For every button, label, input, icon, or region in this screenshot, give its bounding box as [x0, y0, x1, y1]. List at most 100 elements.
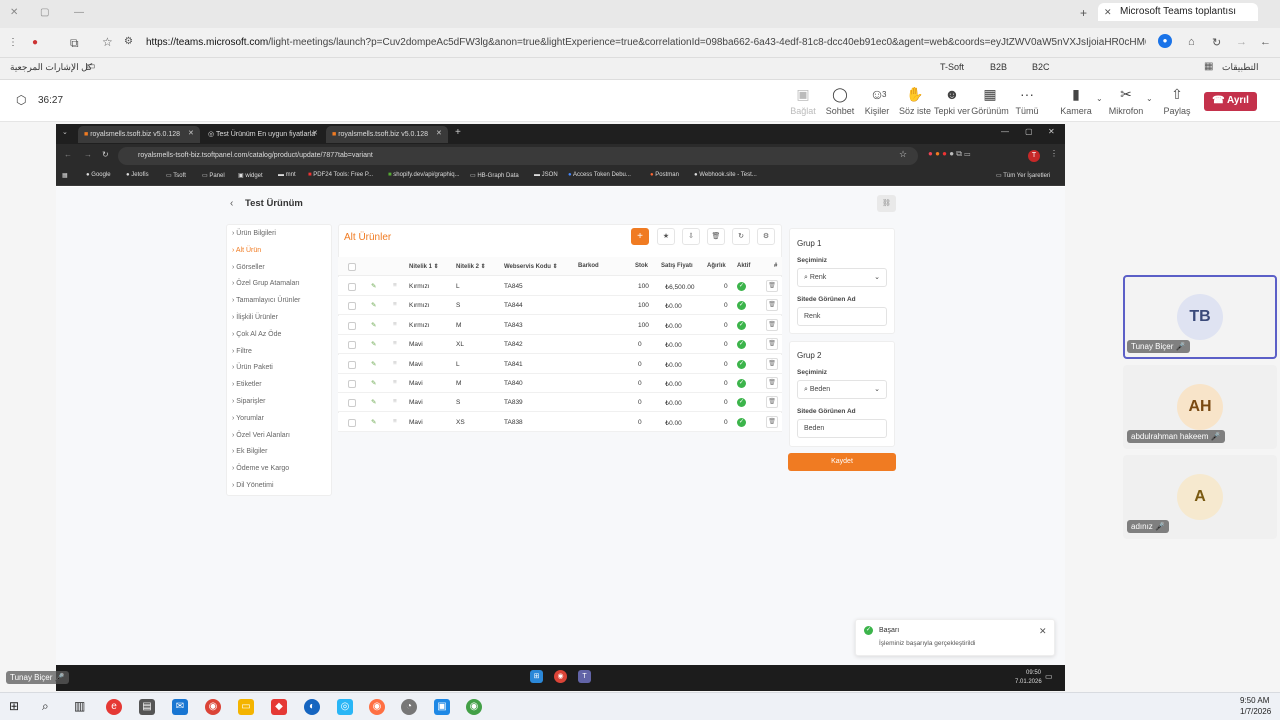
row-checkbox[interactable]	[348, 380, 356, 388]
inner-tab-3[interactable]: ■ royalsmells.tsoft.biz v5.0.128	[326, 126, 448, 143]
chat-icon[interactable]: ◯	[820, 86, 860, 103]
inner-back-icon[interactable]: ←	[64, 150, 72, 159]
bookmark-hb-graph[interactable]: ▭ HB-Graph Data	[470, 172, 519, 179]
table-row[interactable]	[338, 393, 782, 413]
bookmark-google[interactable]: ● Google	[86, 172, 111, 178]
star-icon[interactable]: ★	[657, 228, 675, 245]
col-barkod[interactable]: Barkod	[578, 263, 599, 269]
add-variant-button[interactable]: +	[631, 228, 649, 245]
active-check-icon[interactable]: ✓	[737, 379, 746, 388]
active-check-icon[interactable]: ✓	[737, 417, 746, 427]
chat-button-label[interactable]: Sohbet	[820, 106, 860, 116]
apps-label[interactable]: التطبيقات	[1222, 62, 1259, 73]
raise-hand-label[interactable]: Söz iste	[895, 106, 935, 116]
bookmark-star-icon[interactable]: ☆	[102, 35, 113, 49]
row-checkbox[interactable]	[348, 399, 356, 408]
bookmark-b2c[interactable]: B2C	[1032, 62, 1050, 72]
row-checkbox[interactable]	[348, 418, 356, 427]
toast-close-icon[interactable]: ✕	[1039, 626, 1047, 637]
people-icon[interactable]: ☺	[857, 86, 897, 102]
side-menu-item[interactable]: › Yorumlar	[232, 415, 264, 422]
side-menu-item[interactable]: › Özel Veri Alanları	[232, 432, 290, 439]
bookmark-jetofis[interactable]: ● Jetofis	[126, 172, 149, 178]
group1-select[interactable]: ⌕ Renk ⌄	[797, 268, 887, 287]
teams-icon[interactable]: T	[578, 670, 591, 683]
bookmark-panel[interactable]: ▭ Panel	[202, 172, 225, 179]
link-button[interactable]: ⛓	[877, 195, 896, 212]
edit-icon[interactable]: ✎	[371, 340, 376, 348]
bağlat-label[interactable]: Bağlat	[783, 106, 823, 116]
people-button-label[interactable]: Kişiler	[857, 106, 897, 116]
side-menu-item[interactable]: › Ödeme ve Kargo	[232, 465, 289, 472]
active-check-icon[interactable]: ✓	[737, 320, 746, 330]
restore-icon[interactable]: ▢	[40, 7, 49, 18]
row-trash-icon[interactable]: 🗑	[766, 280, 778, 292]
col-agirlik[interactable]: Ağırlık	[707, 263, 726, 269]
inner-new-tab-icon[interactable]: +	[455, 127, 461, 138]
inner-tab-1[interactable]: ■ royalsmells.tsoft.biz v5.0.128	[78, 126, 200, 143]
inner-tab-2[interactable]: ◎ Test Ürünüm En uygun fiyatlarla	[202, 126, 324, 143]
col-satis-fiyati[interactable]: Satış Fiyatı	[661, 263, 693, 269]
side-menu-item[interactable]: › Özel Grup Atamaları	[232, 280, 300, 287]
new-tab-icon[interactable]: +	[1080, 6, 1087, 20]
side-menu-item[interactable]: › Tamamlayıcı Ürünler	[232, 297, 300, 304]
more-label[interactable]: Tümü	[1007, 106, 1047, 116]
bookmark-webhook[interactable]: ● Webhook.site - Test...	[694, 172, 757, 178]
inner-star-icon[interactable]: ☆	[899, 149, 907, 160]
table-row[interactable]	[338, 315, 782, 335]
inner-forward-icon[interactable]: →	[84, 150, 92, 159]
table-row[interactable]	[338, 374, 782, 393]
drag-handle-icon[interactable]: ≡	[393, 301, 397, 308]
react-label[interactable]: Tepki ver	[932, 106, 972, 116]
hand-icon[interactable]: ✋	[895, 86, 935, 103]
profile-icon[interactable]: ●	[32, 37, 38, 48]
row-trash-icon[interactable]: 🗑	[766, 299, 778, 312]
trash-icon[interactable]: 🗑	[707, 228, 725, 245]
download-icon[interactable]: ⇩	[682, 228, 700, 245]
emoji-icon[interactable]: ☻	[932, 86, 972, 102]
store-icon[interactable]: ▤	[139, 699, 155, 715]
vpn-icon[interactable]: ◐	[304, 699, 320, 715]
apps-grid-icon[interactable]: ▦	[1204, 61, 1213, 72]
view-label[interactable]: Görünüm	[970, 106, 1010, 116]
side-menu-item[interactable]: › Çok Al Az Öde	[232, 331, 281, 338]
outer-url[interactable]: https://teams.microsoft.com/light-meetin…	[146, 37, 1146, 48]
bookmark-shopify[interactable]: ■ shopify.dev/api/graphiq...	[388, 172, 460, 178]
all-inner-bookmarks[interactable]: ▭ Tüm Yer İşaretleri	[996, 172, 1050, 179]
minimize-icon[interactable]: —	[74, 7, 84, 18]
side-menu-item[interactable]: › İlişkili Ürünler	[232, 314, 278, 321]
close-inner-tab-3-icon[interactable]: ✕	[436, 129, 442, 137]
side-menu-item[interactable]: › Etiketler	[232, 381, 262, 388]
settings-icon[interactable]: ⚙	[757, 228, 775, 245]
bookmarks-apps-icon[interactable]: ▦	[62, 172, 68, 179]
row-trash-icon[interactable]: 🗑	[766, 357, 778, 370]
group1-display-input[interactable]: Renk	[797, 307, 887, 326]
edit-icon[interactable]: ✎	[371, 282, 376, 290]
tab-teams-meeting[interactable]: ✕ Microsoft Teams toplantısı	[1098, 3, 1258, 21]
all-bookmarks-label[interactable]: كل الإشارات المرجعية	[10, 62, 92, 73]
side-menu-item[interactable]: › Görseller	[232, 264, 265, 271]
bookmark-postman[interactable]: ● Postman	[650, 172, 679, 178]
mic-label[interactable]: Mikrofon	[1106, 106, 1146, 116]
bookmark-json[interactable]: ▬ JSON	[534, 172, 558, 178]
close-window-icon[interactable]: ✕	[10, 7, 18, 18]
back-icon[interactable]: ←	[1260, 36, 1271, 48]
camera-label[interactable]: Kamera	[1056, 106, 1096, 116]
leave-button[interactable]: ☎ Ayrıl	[1204, 92, 1257, 111]
extensions-icon[interactable]: ⧉	[70, 36, 79, 51]
group2-select[interactable]: ⌕ Beden ⌄	[797, 380, 887, 399]
side-menu-item[interactable]: › Ek Bilgiler	[232, 448, 267, 455]
row-trash-icon[interactable]: 🗑	[766, 415, 778, 428]
row-trash-icon[interactable]: 🗑	[766, 377, 778, 389]
group2-display-input[interactable]: Beden	[797, 419, 887, 438]
windows-start-icon[interactable]: ⊞	[9, 699, 19, 713]
notification-icon[interactable]: ▭	[1045, 672, 1053, 681]
site-info-icon[interactable]: ⚙	[124, 36, 133, 47]
edit-icon[interactable]: ✎	[371, 379, 376, 387]
edit-icon[interactable]: ✎	[371, 301, 376, 309]
drag-handle-icon[interactable]: ≡	[393, 398, 397, 405]
row-trash-icon[interactable]: 🗑	[766, 338, 778, 351]
mic-chevron-icon[interactable]: ⌄	[1146, 94, 1153, 103]
table-row[interactable]	[338, 354, 782, 374]
inner-minimize-icon[interactable]: —	[1001, 127, 1009, 136]
